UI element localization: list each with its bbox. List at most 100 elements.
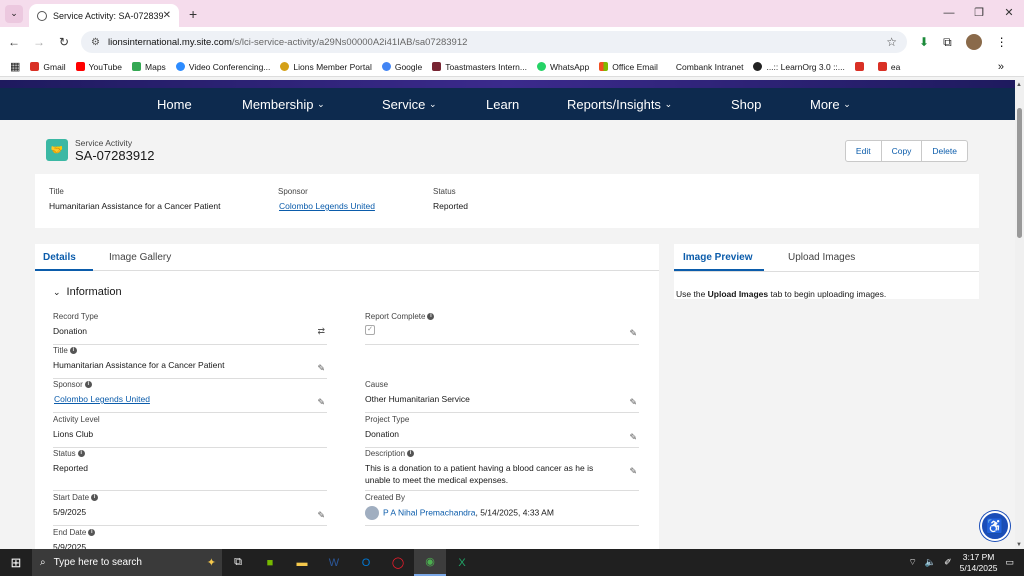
bookmark-combank[interactable]: Combank Intranet	[676, 62, 744, 72]
tab-image-gallery[interactable]: Image Gallery	[109, 252, 171, 263]
tab-search-icon[interactable]: ⌄	[5, 4, 23, 23]
bookmark-gmail-2[interactable]	[854, 62, 868, 71]
edit-pencil-icon[interactable]: ✎	[629, 432, 637, 443]
nav-reports[interactable]: Reports/Insights ⌄	[567, 97, 672, 112]
browser-tab-strip: ⌄ Service Activity: SA-07283912 ✕ + — ❐ …	[0, 0, 1024, 27]
nav-learn[interactable]: Learn	[486, 97, 519, 112]
created-by-user-link[interactable]: P A Nihal Premachandra	[383, 507, 475, 517]
nav-shop[interactable]: Shop	[731, 97, 761, 112]
bookmark-lions[interactable]: Lions Member Portal	[280, 62, 372, 72]
report-complete-checkbox: ✓	[365, 325, 375, 335]
new-tab-icon[interactable]: +	[189, 6, 197, 22]
highlights-panel: Title Humanitarian Assistance for a Canc…	[35, 174, 979, 228]
site-nav: Home Membership ⌄ Service ⌄ Learn Report…	[0, 88, 1015, 120]
bookmark-video[interactable]: Video Conferencing...	[175, 62, 270, 72]
extensions-icon[interactable]: ⧉	[943, 35, 952, 50]
upload-instructions: Use the Upload Images tab to begin uploa…	[676, 289, 887, 299]
task-view-icon[interactable]: ⧉	[222, 549, 254, 576]
close-tab-icon[interactable]: ✕	[163, 10, 171, 21]
edit-pencil-icon[interactable]: ✎	[629, 466, 637, 477]
restore-icon[interactable]: ❐	[964, 0, 994, 27]
copy-button[interactable]: Copy	[882, 141, 923, 161]
download-icon[interactable]: ⬇	[919, 35, 929, 49]
tab-image-preview[interactable]: Image Preview	[683, 252, 752, 263]
bookmark-ea[interactable]: ea	[877, 62, 900, 72]
nav-more[interactable]: More ⌄	[810, 97, 851, 112]
bookmark-whatsapp[interactable]: WhatsApp	[536, 62, 589, 72]
url-field[interactable]: ⚙ lionsinternational.my.site.com /s/lci-…	[81, 31, 907, 53]
edit-pencil-icon[interactable]: ✎	[317, 363, 325, 374]
browser-tab[interactable]: Service Activity: SA-07283912 ✕	[29, 4, 179, 27]
volume-icon[interactable]: 🔈	[925, 557, 936, 568]
change-record-type-icon[interactable]: ⇄	[317, 326, 325, 337]
minimize-icon[interactable]: —	[934, 0, 964, 27]
profile-avatar[interactable]	[965, 34, 982, 50]
edit-pencil-icon[interactable]: ✎	[629, 328, 637, 339]
reload-icon[interactable]: ↻	[53, 35, 75, 49]
windows-taskbar: ⊞ ⌕ Type here to search ✦ ⧉ ■ ▬ W O ◯ ◉ …	[0, 549, 1024, 576]
nav-membership[interactable]: Membership ⌄	[242, 97, 325, 112]
bookmark-star-icon[interactable]: ☆	[886, 35, 897, 49]
field-start-date: Start Date i 5/9/2025 ✎	[53, 493, 327, 526]
info-icon: i	[91, 494, 99, 501]
bookmark-google[interactable]: Google	[381, 62, 422, 72]
bookmark-gmail[interactable]: Gmail	[30, 62, 66, 72]
field-activity-level: Activity Level Lions Club	[53, 415, 327, 448]
opera-icon[interactable]: ◯	[382, 549, 414, 576]
nvidia-icon[interactable]: ■	[254, 549, 286, 576]
pen-icon[interactable]: ✐	[944, 557, 952, 568]
outlook-icon[interactable]: O	[350, 549, 382, 576]
record-type-label: Service Activity	[75, 138, 133, 148]
tab-title: Service Activity: SA-07283912	[53, 10, 163, 21]
clock[interactable]: 3:17 PM 5/14/2025	[960, 552, 998, 574]
accessibility-icon[interactable]: ♿	[980, 511, 1010, 541]
bookmarks-bar: ▦ Gmail YouTube Maps Video Conferencing.…	[0, 57, 1024, 77]
tab-details[interactable]: Details	[43, 252, 76, 263]
edit-pencil-icon[interactable]: ✎	[629, 397, 637, 408]
details-tabs: Details Image Gallery	[35, 244, 659, 271]
bookmark-youtube[interactable]: YouTube	[75, 62, 122, 72]
windows-start-icon[interactable]: ⊞	[0, 555, 32, 571]
sponsor-link[interactable]: Colombo Legends United	[279, 201, 375, 211]
nav-service[interactable]: Service ⌄	[382, 97, 437, 112]
handshake-icon: 🤝	[46, 139, 68, 161]
back-icon[interactable]: ←	[3, 35, 25, 49]
word-icon[interactable]: W	[318, 549, 350, 576]
chrome-icon[interactable]: ◉	[414, 549, 446, 576]
bookmark-learnorg[interactable]: ...:: LearnOrg 3.0 ::...	[753, 62, 845, 72]
menu-icon[interactable]: ⋮	[996, 35, 1008, 49]
more-bookmarks-icon[interactable]: »	[998, 61, 1004, 73]
forward-icon[interactable]: →	[28, 35, 50, 49]
field-report-complete: Report Complete i ✓ ✎	[365, 312, 639, 345]
edit-pencil-icon[interactable]: ✎	[317, 397, 325, 408]
field-title: Title i Humanitarian Assistance for a Can…	[53, 346, 327, 379]
close-window-icon[interactable]: ✕	[994, 0, 1024, 27]
edit-pencil-icon[interactable]: ✎	[317, 510, 325, 521]
bookmark-office[interactable]: Office Email	[599, 62, 658, 72]
file-explorer-icon[interactable]: ▬	[286, 549, 318, 576]
delete-button[interactable]: Delete	[922, 141, 967, 161]
edit-button[interactable]: Edit	[846, 141, 882, 161]
taskbar-search[interactable]: ⌕ Type here to search ✦	[32, 549, 222, 576]
apps-icon[interactable]: ▦	[10, 60, 20, 73]
site-info-icon[interactable]: ⚙	[91, 37, 100, 48]
tab-upload-images[interactable]: Upload Images	[788, 252, 855, 263]
bookmark-maps[interactable]: Maps	[132, 62, 166, 72]
info-icon: i	[407, 450, 415, 457]
information-section-header[interactable]: ⌄ Information	[53, 286, 122, 298]
record-name: SA-07283912	[75, 148, 155, 163]
sponsor-field-link[interactable]: Colombo Legends United	[54, 393, 327, 405]
header-banner-strip	[0, 80, 1015, 88]
page-scrollbar[interactable]: ▲ ▼	[1015, 80, 1024, 550]
details-panel: Details Image Gallery ⌄ Information Recor…	[35, 244, 659, 554]
field-created-by: Created By P A Nihal Premachandra, 5/14/…	[365, 493, 639, 526]
bookmark-toastmasters[interactable]: Toastmasters Intern...	[432, 62, 527, 72]
image-panel: Image Preview Upload Images Use the Uplo…	[674, 244, 979, 299]
field-status: Status i Reported	[53, 449, 327, 491]
notifications-icon[interactable]: ▭	[1005, 557, 1014, 568]
wifi-icon[interactable]: ⌔	[908, 557, 916, 568]
nav-home[interactable]: Home	[157, 97, 192, 112]
info-icon: i	[69, 347, 77, 354]
field-cause: Cause Other Humanitarian Service ✎	[365, 380, 639, 413]
excel-icon[interactable]: X	[446, 549, 478, 576]
